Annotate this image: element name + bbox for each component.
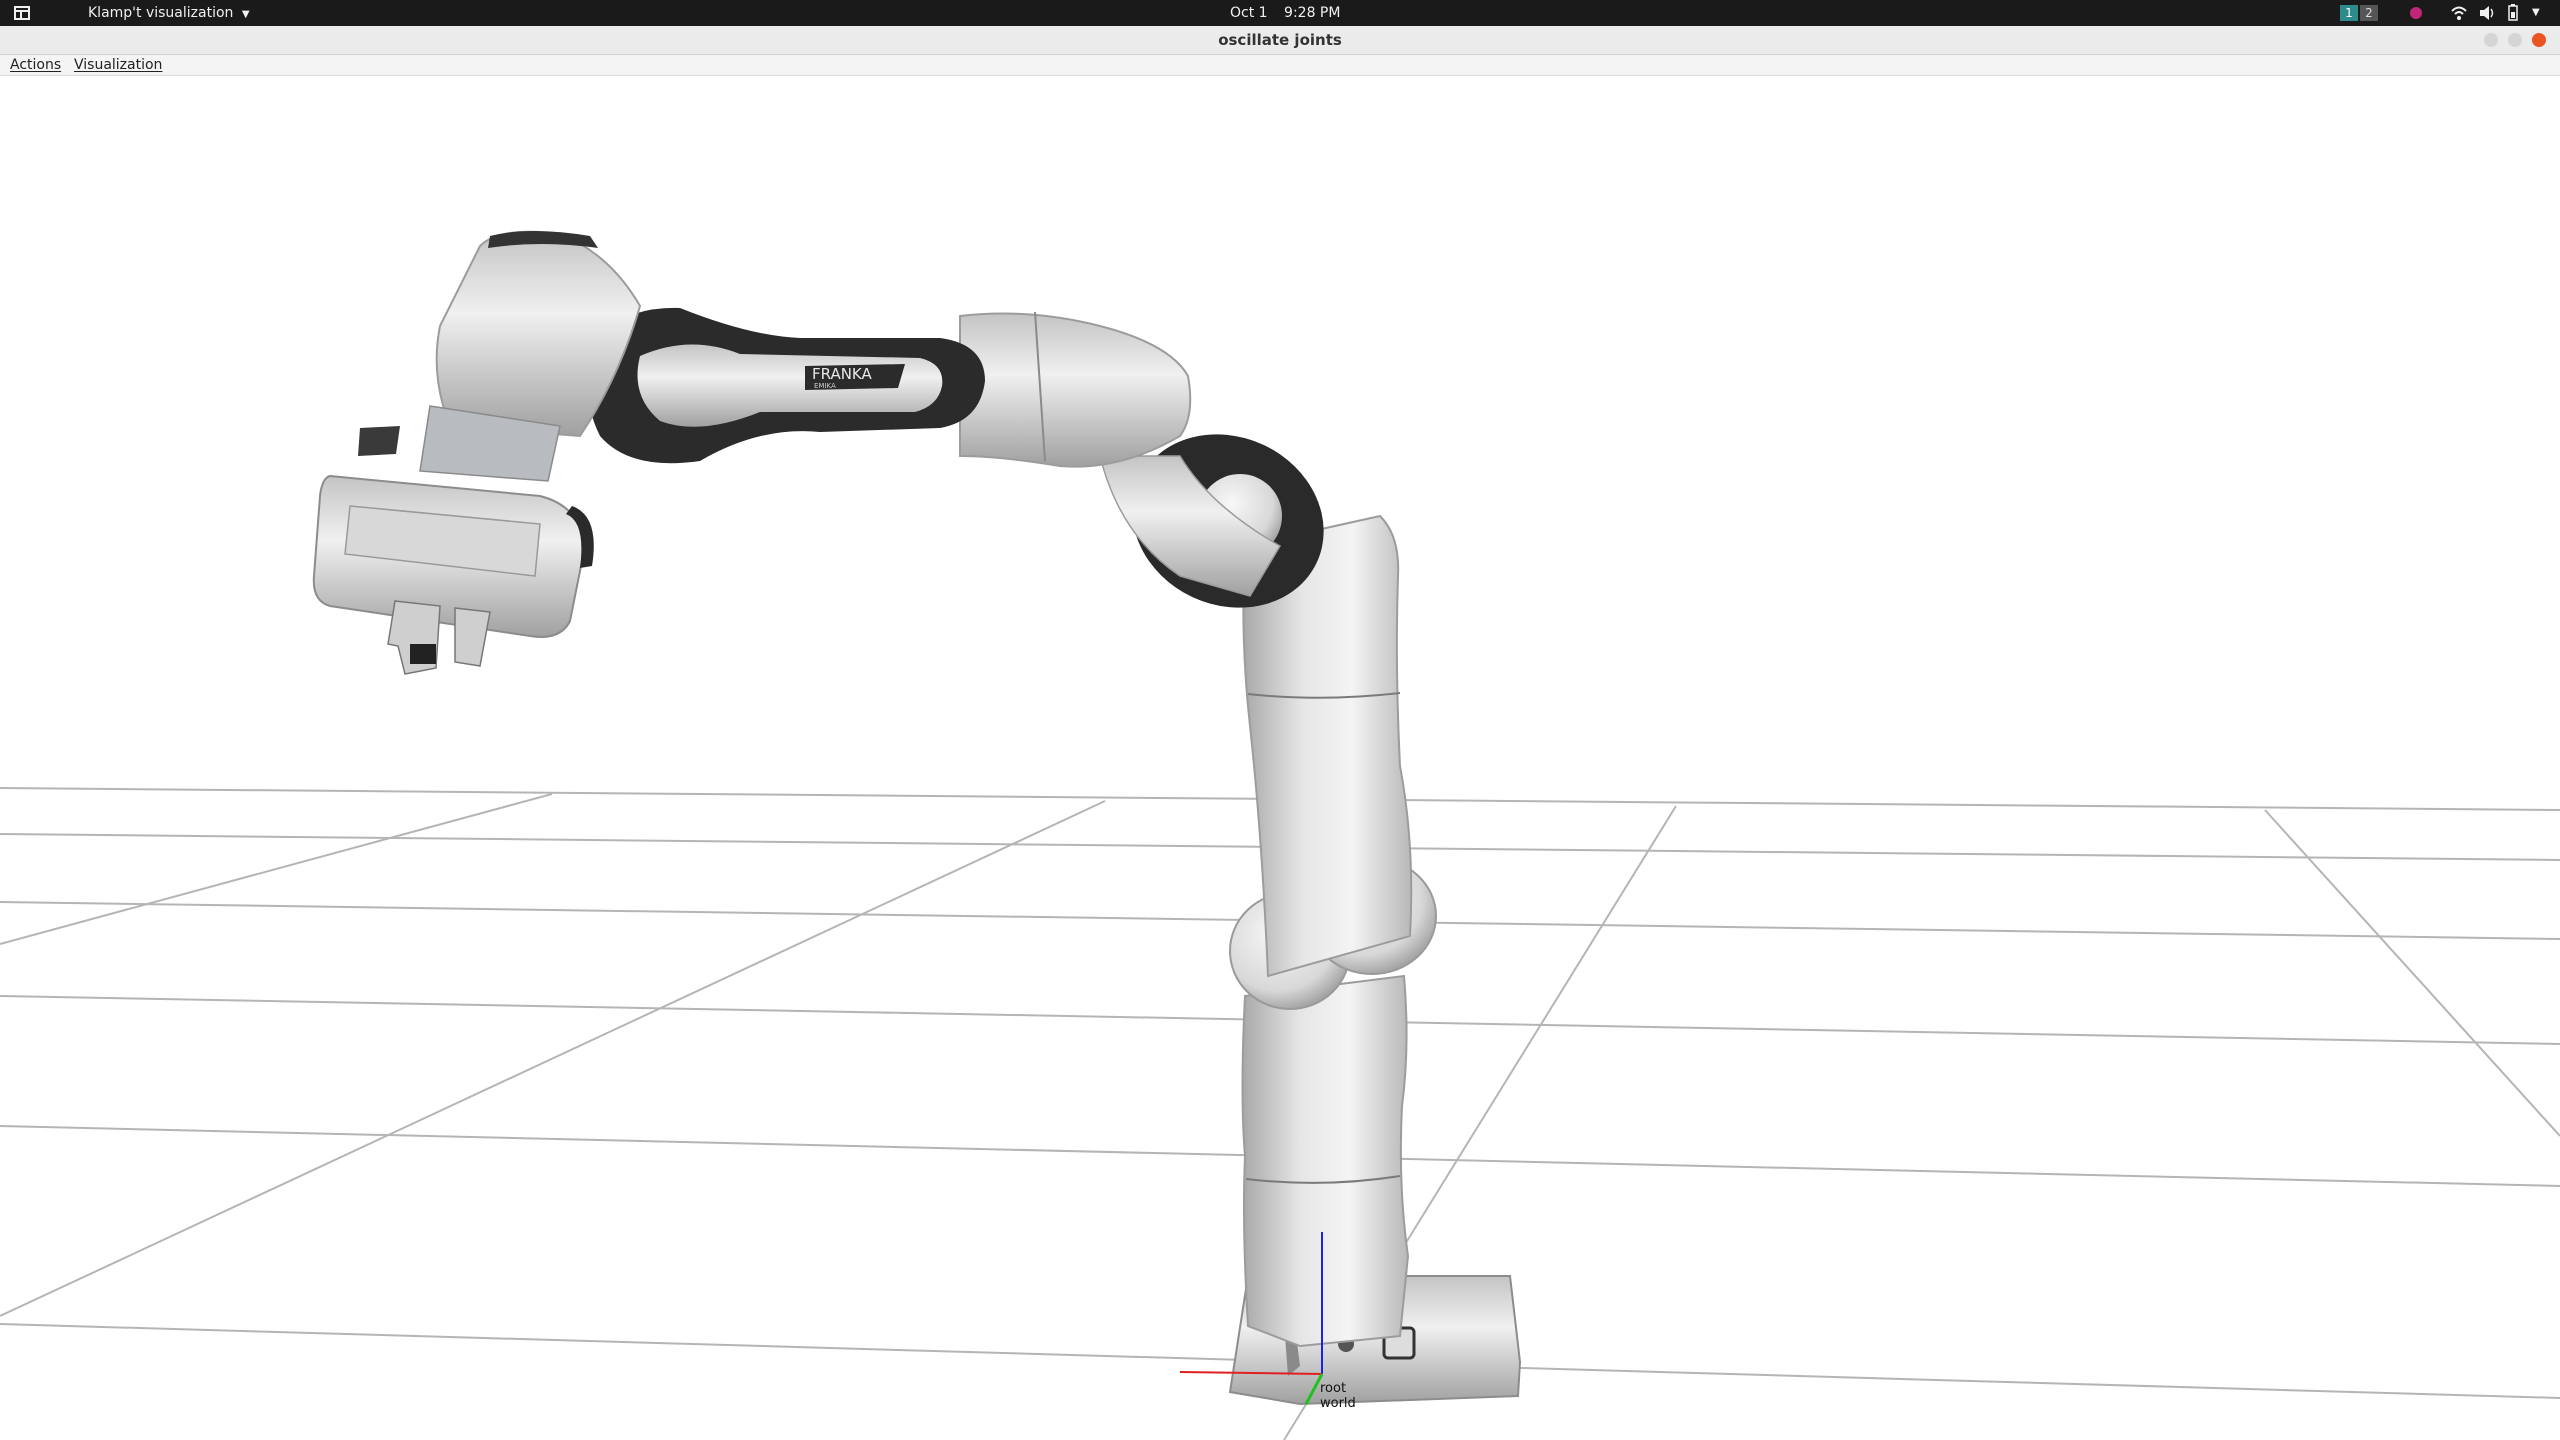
volume-icon[interactable] xyxy=(2478,0,2496,26)
workspace-switcher[interactable]: 12 xyxy=(2340,0,2378,26)
gripper-button xyxy=(358,426,400,456)
finger-pad xyxy=(410,644,436,664)
window-title: oscillate joints xyxy=(1218,31,1342,49)
scene-canvas: FRANKA EMIKA root world xyxy=(0,230,2560,1440)
wifi-icon[interactable] xyxy=(2450,0,2468,26)
battery-icon[interactable] xyxy=(2506,0,2520,26)
robot-link-1 xyxy=(1241,974,1410,1348)
close-button[interactable] xyxy=(2532,33,2546,47)
app-menu[interactable]: Klamp't visualization ▼ xyxy=(88,0,250,26)
system-top-bar: Klamp't visualization ▼ Oct 1 9:28 PM 12… xyxy=(0,0,2560,26)
menu-actions-label: Actions xyxy=(10,57,62,73)
3d-viewport[interactable]: FRANKA EMIKA root world xyxy=(0,76,2560,1440)
menu-visualization-label: Visualization xyxy=(74,57,163,73)
window-title-bar[interactable]: oscillate joints xyxy=(0,26,2560,55)
system-menu-chevron-down-icon[interactable]: ▼ xyxy=(2532,0,2540,26)
frame-label-world: world xyxy=(1320,1396,1356,1411)
menu-bar: Actions Visualization xyxy=(0,55,2560,76)
app-menu-label: Klamp't visualization xyxy=(88,5,234,21)
activities-icon[interactable] xyxy=(12,0,32,26)
workspace-2[interactable]: 2 xyxy=(2360,5,2378,21)
frame-label-root: root xyxy=(1320,1381,1346,1396)
robot-arm[interactable]: FRANKA EMIKA xyxy=(312,230,1522,1406)
minimize-button[interactable] xyxy=(2484,33,2498,47)
maximize-button[interactable] xyxy=(2508,33,2522,47)
clock-date: Oct 1 xyxy=(1230,5,1268,21)
chevron-down-icon: ▼ xyxy=(241,9,250,20)
clock-time: 9:28 PM xyxy=(1284,5,1341,21)
gripper-finger-right xyxy=(454,607,491,667)
menu-actions[interactable]: Actions xyxy=(10,55,61,75)
app-indicator-icon[interactable] xyxy=(2408,0,2424,26)
workspace-1[interactable]: 1 xyxy=(2340,5,2358,21)
robot-link-5 xyxy=(959,312,1192,468)
menu-visualization[interactable]: Visualization xyxy=(74,55,162,75)
franka-logo: FRANKA xyxy=(812,365,872,383)
clock[interactable]: Oct 1 9:28 PM xyxy=(1230,0,1340,26)
emika-logo: EMIKA xyxy=(814,382,836,390)
